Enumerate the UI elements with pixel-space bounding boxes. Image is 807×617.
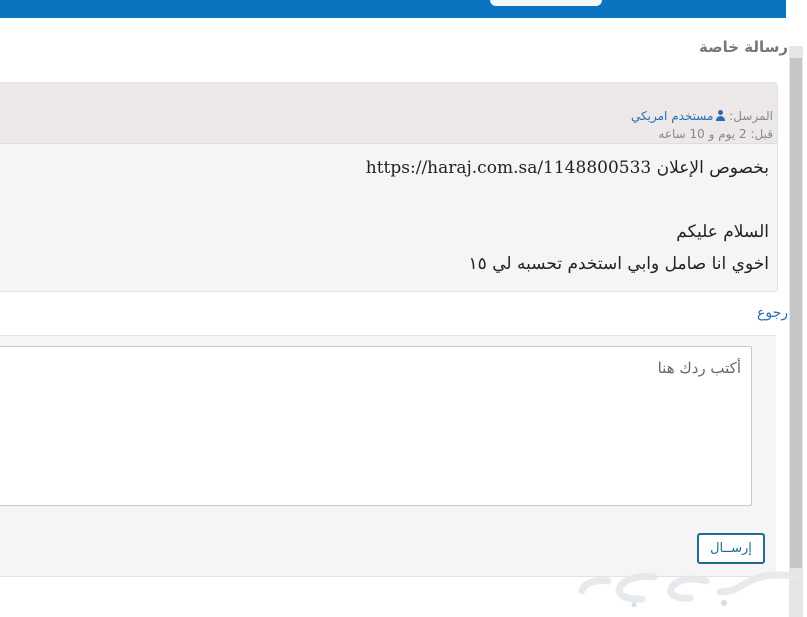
page-title: رسالة خاصة (698, 38, 788, 56)
message-line: اخوي انا صامل وابي استخدم تحسبه لي ١٥ (468, 254, 769, 274)
message-header: المرسل: مستخدم امريكي قبل: 2 يوم و 10 سا… (0, 83, 777, 144)
back-link[interactable]: رجوع (757, 305, 788, 321)
reply-form: إرســال (0, 335, 776, 577)
time-label: قبل: (750, 127, 774, 141)
sender-link[interactable]: مستخدم امريكي (631, 109, 726, 123)
sender-label: المرسل: (729, 109, 773, 123)
send-button[interactable]: إرســال (697, 533, 765, 564)
sender-line: المرسل: مستخدم امريكي (631, 109, 773, 123)
haraj-watermark-icon (578, 571, 800, 607)
message-time: قبل: 2 يوم و 10 ساعه (658, 127, 773, 141)
scrollbar-thumb[interactable] (790, 58, 802, 568)
message-line: بخصوص الإعلان https://haraj.com.sa/11488… (365, 158, 769, 178)
vertical-scrollbar[interactable] (789, 46, 803, 617)
top-header-bar (0, 0, 786, 18)
user-icon (716, 110, 726, 121)
sender-name: مستخدم امريكي (631, 109, 714, 123)
message-line: السلام عليكم (676, 222, 769, 242)
message-panel: المرسل: مستخدم امريكي قبل: 2 يوم و 10 سا… (0, 82, 778, 292)
time-value: 2 يوم و 10 ساعه (658, 127, 747, 141)
header-logo-icon[interactable] (490, 0, 602, 6)
reply-textarea[interactable] (0, 346, 752, 506)
